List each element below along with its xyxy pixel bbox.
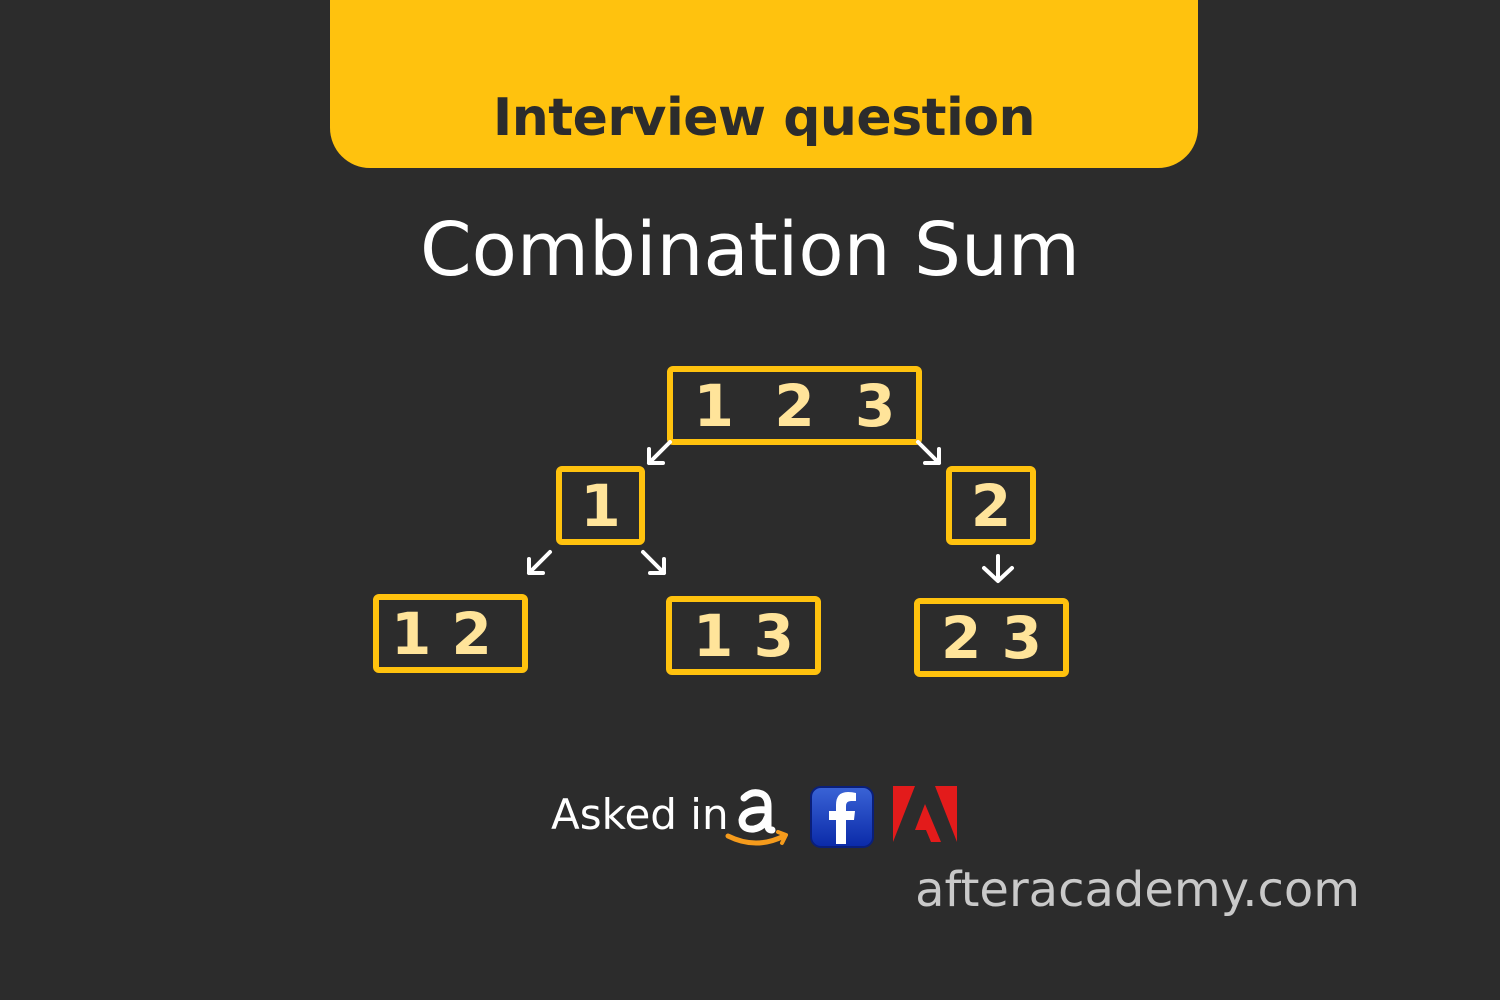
- asked-in-label: Asked in: [551, 790, 729, 839]
- arrow-down-right-icon: [916, 440, 941, 465]
- facebook-logo-icon: [810, 786, 874, 848]
- tree-arrows: [527, 440, 1014, 583]
- thumbnail-canvas: Interview question Combination Sum 1 2 3…: [0, 0, 1500, 1000]
- arrow-down-icon: [982, 554, 1014, 583]
- arrow-down-left-icon: [527, 550, 552, 575]
- adobe-logo-icon: [893, 786, 957, 842]
- site-url: afteracademy.com: [915, 862, 1360, 918]
- amazon-logo-icon: [725, 789, 788, 846]
- arrow-down-left-icon: [647, 440, 672, 465]
- arrow-down-right-icon: [641, 550, 666, 575]
